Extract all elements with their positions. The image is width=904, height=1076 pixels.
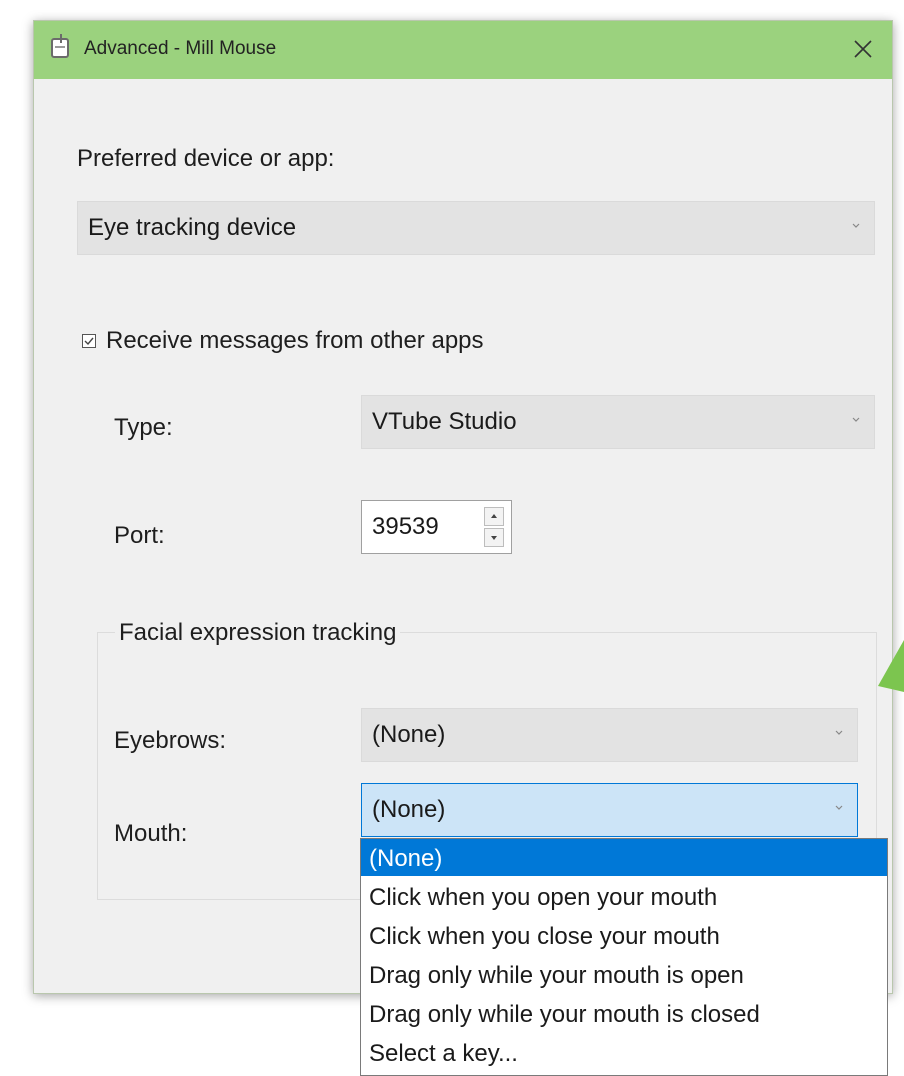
close-icon xyxy=(854,40,872,58)
mouse-app-icon xyxy=(51,34,69,58)
mouth-option[interactable]: Drag only while your mouth is open xyxy=(361,956,887,993)
preferred-device-value: Eye tracking device xyxy=(88,214,297,241)
green-arrow-icon xyxy=(878,640,904,692)
port-value: 39539 xyxy=(372,513,439,540)
chevron-down-icon xyxy=(852,417,860,422)
mouth-select[interactable]: (None) xyxy=(361,783,858,837)
chevron-down-icon xyxy=(852,223,860,228)
mouth-option[interactable]: Select a key... xyxy=(361,1034,887,1071)
type-value: VTube Studio xyxy=(372,408,517,435)
port-label: Port: xyxy=(114,522,165,549)
port-increment-button[interactable] xyxy=(484,507,504,526)
chevron-down-icon xyxy=(835,730,843,735)
mouth-option[interactable]: (None) xyxy=(361,839,887,876)
title-bar[interactable]: Advanced - Mill Mouse xyxy=(34,21,892,79)
receive-messages-label: Receive messages from other apps xyxy=(106,327,484,354)
window-title: Advanced - Mill Mouse xyxy=(84,38,277,59)
type-select[interactable]: VTube Studio xyxy=(361,395,875,449)
chevron-down-icon xyxy=(835,805,843,810)
port-stepper[interactable]: 39539 xyxy=(361,500,512,554)
mouth-option[interactable]: Click when you open your mouth xyxy=(361,878,887,915)
chevron-up-icon xyxy=(491,514,497,518)
eyebrows-select[interactable]: (None) xyxy=(361,708,858,762)
receive-messages-checkbox[interactable] xyxy=(82,334,96,348)
mouth-dropdown-list: (None) Click when you open your mouth Cl… xyxy=(360,838,888,1076)
preferred-device-label: Preferred device or app: xyxy=(77,145,335,172)
mouth-value: (None) xyxy=(372,796,446,823)
mouth-label: Mouth: xyxy=(114,820,188,847)
type-label: Type: xyxy=(114,414,173,441)
mouth-option[interactable]: Click when you close your mouth xyxy=(361,917,887,954)
facial-expression-legend: Facial expression tracking xyxy=(115,619,401,647)
mouth-option[interactable]: Drag only while your mouth is closed xyxy=(361,995,887,1032)
close-button[interactable] xyxy=(834,21,892,79)
checkmark-icon xyxy=(84,337,94,346)
eyebrows-label: Eyebrows: xyxy=(114,727,227,754)
chevron-down-icon xyxy=(491,536,497,540)
preferred-device-select[interactable]: Eye tracking device xyxy=(77,201,875,255)
eyebrows-value: (None) xyxy=(372,721,446,748)
port-decrement-button[interactable] xyxy=(484,528,504,547)
